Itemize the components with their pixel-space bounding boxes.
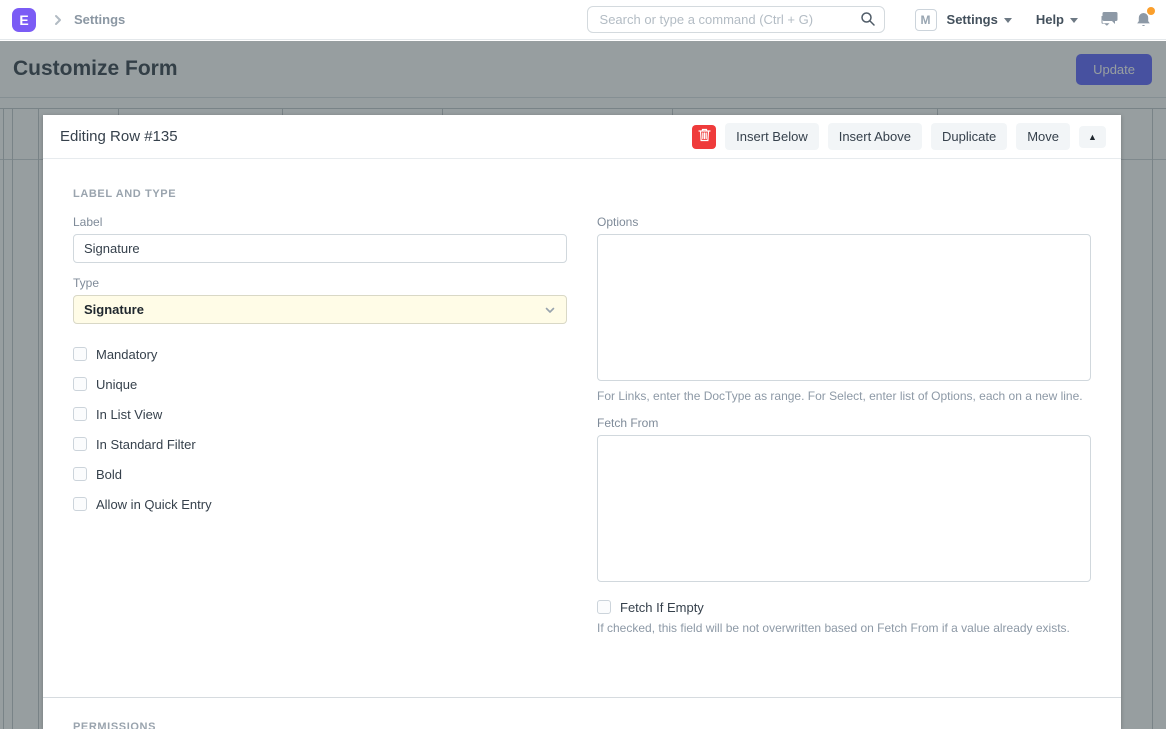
caret-down-icon: [1004, 18, 1012, 23]
caret-down-icon: [1070, 18, 1078, 23]
label-field-label: Label: [73, 215, 567, 229]
trash-icon: [698, 128, 711, 145]
collapse-up-icon: ▲: [1088, 132, 1097, 142]
insert-below-button[interactable]: Insert Below: [725, 123, 819, 150]
checkbox-box[interactable]: [597, 600, 611, 614]
left-column: Label Type Signature Mandatory: [73, 215, 567, 637]
checkbox-box[interactable]: [73, 467, 87, 481]
checkbox-bold[interactable]: Bold: [73, 459, 567, 489]
fetch-if-empty-help-text: If checked, this field will be not overw…: [597, 620, 1091, 637]
notification-dot: [1147, 7, 1155, 15]
checkbox-in-list-view[interactable]: In List View: [73, 399, 567, 429]
type-select-value: Signature: [84, 302, 144, 317]
fetch-from-field-label: Fetch From: [597, 416, 1091, 430]
navbar-left: E Settings: [0, 8, 125, 32]
avatar[interactable]: M: [915, 9, 937, 31]
editor-body: LABEL AND TYPE Label Type Signature: [43, 159, 1121, 637]
navbar: E Settings M Settings Help: [0, 0, 1166, 40]
app-window: Customize Form Update E Settings: [0, 0, 1166, 729]
editor-title: Editing Row #135: [60, 128, 178, 145]
global-search: [587, 6, 885, 33]
search-input[interactable]: [587, 6, 885, 33]
duplicate-button[interactable]: Duplicate: [931, 123, 1007, 150]
checkbox-unique[interactable]: Unique: [73, 369, 567, 399]
move-button[interactable]: Move: [1016, 123, 1070, 150]
insert-above-button[interactable]: Insert Above: [828, 123, 922, 150]
label-input[interactable]: [73, 234, 567, 263]
options-help-text: For Links, enter the DocType as range. F…: [597, 388, 1091, 405]
section-divider: [43, 697, 1121, 698]
app-logo[interactable]: E: [12, 8, 36, 32]
checkbox-box[interactable]: [73, 407, 87, 421]
checkbox-box[interactable]: [73, 377, 87, 391]
checkbox-in-standard-filter[interactable]: In Standard Filter: [73, 429, 567, 459]
delete-row-button[interactable]: [692, 125, 716, 149]
fetch-from-textarea[interactable]: [597, 435, 1091, 582]
checkbox-box[interactable]: [73, 497, 87, 511]
grid-row-editor: Editing Row #135 Insert Below Insert Abo…: [43, 115, 1121, 729]
help-menu[interactable]: Help: [1036, 12, 1078, 27]
breadcrumb[interactable]: Settings: [74, 12, 125, 27]
type-select[interactable]: Signature: [73, 295, 567, 324]
type-field-label: Type: [73, 276, 567, 290]
checkbox-mandatory[interactable]: Mandatory: [73, 339, 567, 369]
navbar-right: M Settings Help: [587, 6, 1166, 33]
section-label: LABEL AND TYPE: [73, 188, 1091, 200]
collapse-row-button[interactable]: ▲: [1079, 126, 1106, 148]
bell-icon[interactable]: [1135, 11, 1152, 29]
chevron-right-icon: [52, 14, 64, 26]
search-icon: [860, 11, 876, 32]
chat-icon[interactable]: [1100, 11, 1119, 28]
options-textarea[interactable]: [597, 234, 1091, 381]
permissions-section-label: PERMISSIONS: [73, 721, 156, 729]
checkbox-fetch-if-empty[interactable]: Fetch If Empty: [597, 598, 1091, 616]
right-column: Options For Links, enter the DocType as …: [597, 215, 1091, 637]
settings-menu[interactable]: Settings: [947, 12, 1012, 27]
editor-header: Editing Row #135 Insert Below Insert Abo…: [43, 115, 1121, 159]
options-field-label: Options: [597, 215, 1091, 229]
checkbox-box[interactable]: [73, 437, 87, 451]
checkbox-box[interactable]: [73, 347, 87, 361]
checkbox-allow-in-quick-entry[interactable]: Allow in Quick Entry: [73, 489, 567, 519]
editor-toolbar: Insert Below Insert Above Duplicate Move…: [692, 123, 1106, 150]
